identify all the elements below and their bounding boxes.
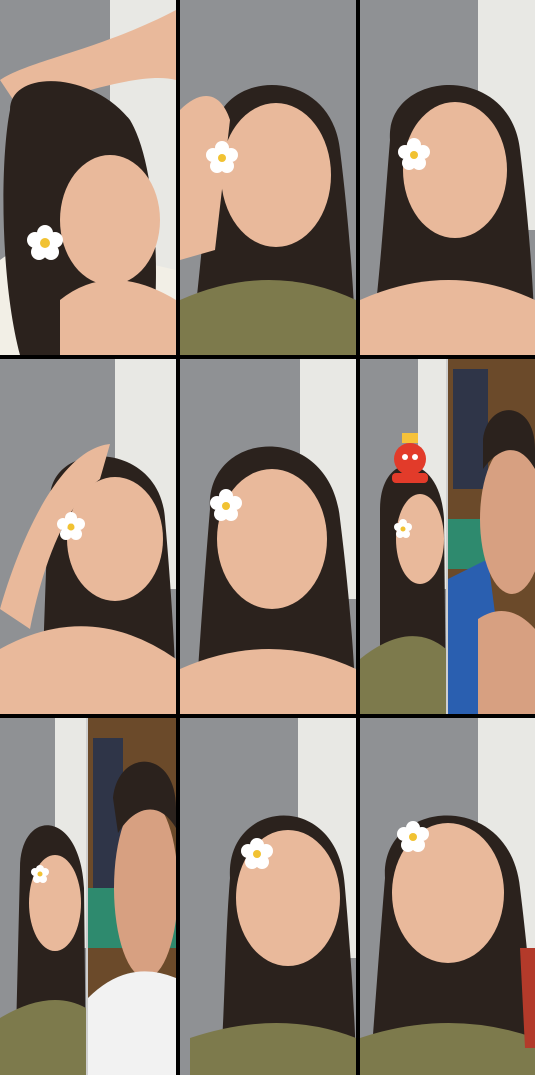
woman-photo	[180, 359, 356, 714]
video-tile-8[interactable]	[180, 718, 356, 1075]
split-right-man	[88, 718, 176, 1075]
man-photo	[448, 359, 535, 714]
video-tile-1[interactable]	[0, 0, 176, 355]
video-tile-3[interactable]	[360, 0, 535, 355]
woman-photo	[0, 359, 176, 714]
woman-photo	[180, 718, 356, 1075]
video-collage-grid	[0, 0, 535, 1075]
video-tile-7-split[interactable]	[0, 718, 176, 1075]
woman-photo	[360, 718, 535, 1075]
video-tile-9[interactable]	[360, 718, 535, 1075]
woman-photo	[0, 0, 176, 355]
woman-photo	[180, 0, 356, 355]
split-left-woman	[0, 718, 86, 1075]
split-left-woman	[360, 359, 446, 714]
video-tile-4[interactable]	[0, 359, 176, 714]
man-photo	[88, 718, 176, 1075]
video-tile-2[interactable]	[180, 0, 356, 355]
split-right-man	[448, 359, 535, 714]
video-tile-5[interactable]	[180, 359, 356, 714]
woman-photo	[360, 359, 446, 714]
woman-photo	[360, 0, 535, 355]
woman-photo	[0, 718, 86, 1075]
video-tile-6-split[interactable]	[360, 359, 535, 714]
